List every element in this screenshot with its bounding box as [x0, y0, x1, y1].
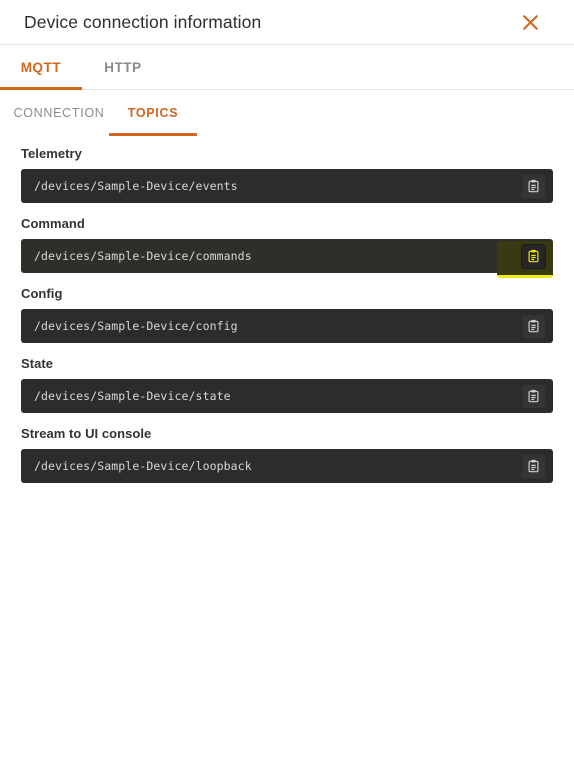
page-title: Device connection information [24, 11, 262, 32]
tab-connection[interactable]: CONNECTION [9, 90, 109, 136]
tab-http[interactable]: HTTP [82, 45, 164, 89]
dialog-titlebar: Device connection information [0, 0, 574, 45]
topic-value-box: /devices/Sample-Device/commands [21, 239, 553, 278]
tab-topics[interactable]: TOPICS [109, 90, 197, 136]
topic-row: Config /devices/Sample-Device/config [21, 285, 553, 343]
topic-value: /devices/Sample-Device/events [34, 179, 238, 193]
topic-label: Telemetry [21, 146, 82, 161]
topic-row: Stream to UI console /devices/Sample-Dev… [21, 425, 553, 483]
topic-row: State /devices/Sample-Device/state [21, 355, 553, 413]
tab-http-label: HTTP [104, 59, 142, 75]
primary-tab-bar: MQTT HTTP [0, 45, 574, 90]
copy-button[interactable] [522, 384, 545, 408]
tab-mqtt-label: MQTT [20, 59, 62, 75]
tab-connection-label: CONNECTION [13, 106, 105, 120]
tab-topics-label: TOPICS [127, 106, 179, 120]
copy-icon [527, 249, 540, 263]
copy-icon [527, 459, 540, 473]
copy-button[interactable] [522, 244, 545, 268]
topic-value: /devices/Sample-Device/config [34, 319, 238, 333]
topic-label: State [21, 356, 54, 371]
topic-value: /devices/Sample-Device/state [34, 389, 231, 403]
copy-icon [527, 389, 540, 403]
copy-icon [527, 319, 540, 333]
copy-icon [527, 179, 540, 193]
topic-label: Stream to UI console [21, 426, 152, 441]
topic-label: Config [21, 286, 63, 301]
topic-row: Command /devices/Sample-Device/commands [21, 215, 553, 278]
topic-value-box: /devices/Sample-Device/events [21, 169, 553, 203]
topic-value-box: /devices/Sample-Device/config [21, 309, 553, 343]
device-connection-dialog: Device connection information MQTT HTTP … [0, 0, 574, 772]
topics-list: Telemetry /devices/Sample-Device/events … [0, 136, 574, 483]
close-button[interactable] [519, 11, 541, 33]
topic-value-box: /devices/Sample-Device/state [21, 379, 553, 413]
copy-button[interactable] [522, 314, 545, 338]
copy-button[interactable] [522, 454, 545, 478]
topic-value: /devices/Sample-Device/loopback [34, 459, 252, 473]
copy-button[interactable] [522, 174, 545, 198]
topic-value-box: /devices/Sample-Device/loopback [21, 449, 553, 483]
tab-mqtt[interactable]: MQTT [0, 45, 82, 90]
topic-label: Command [21, 216, 85, 231]
close-icon [521, 13, 540, 32]
topic-row: Telemetry /devices/Sample-Device/events [21, 145, 553, 203]
topic-value: /devices/Sample-Device/commands [34, 249, 252, 263]
secondary-tab-bar: CONNECTION TOPICS [0, 90, 574, 136]
